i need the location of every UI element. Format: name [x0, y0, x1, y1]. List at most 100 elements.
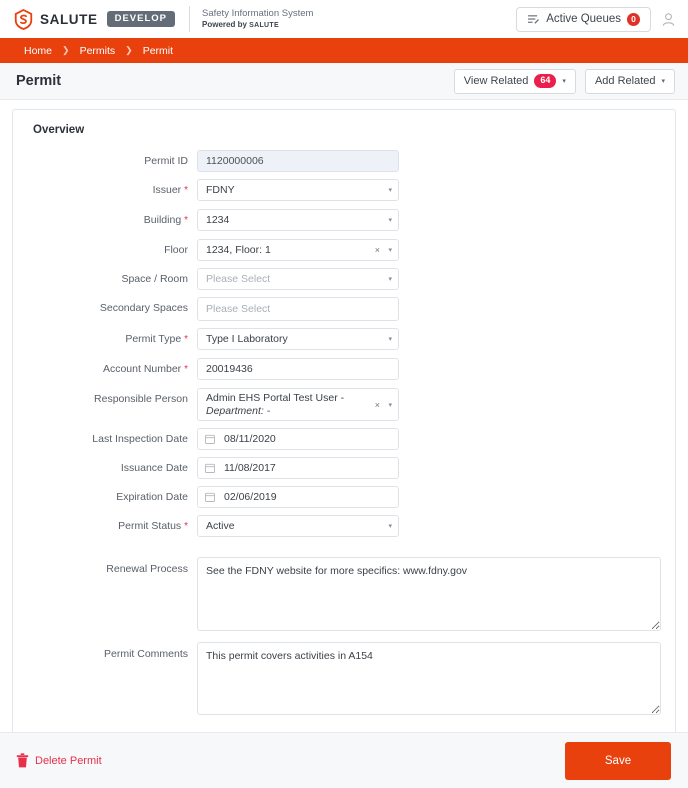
breadcrumb-separator: ❯: [125, 45, 133, 55]
calendar-icon: [205, 463, 215, 473]
field-row-expiration-date: Expiration Date 02/06/2019: [27, 486, 661, 508]
field-row-permit-status: Permit Status * Active ▾: [27, 515, 661, 538]
issuance-date-input[interactable]: 11/08/2017: [197, 457, 399, 479]
control-floor[interactable]: 1234, Floor: 1 × ▾: [197, 239, 399, 261]
page-header: Permit View Related 64 ▾ Add Related ▾: [0, 63, 688, 100]
powered-by: Powered by SALUTE: [202, 19, 279, 29]
responsible-person-name: Admin EHS Portal Test User -: [206, 391, 345, 404]
control-last-inspection-date[interactable]: 08/11/2020: [197, 428, 399, 450]
control-building[interactable]: 1234 ▾: [197, 209, 399, 231]
control-issuance-date[interactable]: 11/08/2017: [197, 457, 399, 479]
control-permit-status[interactable]: Active ▾: [197, 515, 399, 537]
field-row-responsible-person: Responsible Person Admin EHS Portal Test…: [27, 388, 661, 421]
label-permit-status: Permit Status *: [118, 520, 188, 532]
field-row-floor: Floor 1234, Floor: 1 × ▾: [27, 239, 661, 261]
control-responsible-person[interactable]: Admin EHS Portal Test User - Department:…: [197, 388, 399, 421]
permit-type-select[interactable]: Type I Laboratory: [197, 328, 399, 350]
label-expiration-date: Expiration Date: [116, 491, 188, 503]
label-permit-comments: Permit Comments: [103, 648, 188, 660]
label-responsible-person: Responsible Person: [94, 393, 188, 405]
field-row-permit-comments: Permit Comments: [27, 642, 661, 715]
responsible-person-select[interactable]: Admin EHS Portal Test User - Department:…: [197, 388, 399, 421]
secondary-spaces-select[interactable]: Please Select: [197, 297, 399, 321]
chevron-down-icon: ▾: [661, 77, 665, 85]
label-permit-type: Permit Type *: [125, 333, 188, 345]
label-renewal-process: Renewal Process: [106, 563, 188, 575]
active-queues-label: Active Queues: [546, 13, 621, 25]
brand-name: SALUTE: [40, 11, 98, 27]
permit-status-select[interactable]: Active: [197, 515, 399, 537]
required-marker: *: [184, 334, 188, 345]
chevron-down-icon: ▾: [562, 77, 566, 85]
control-permit-id: 1120000006: [197, 150, 399, 172]
required-marker: *: [184, 185, 188, 196]
required-marker: *: [184, 364, 188, 375]
responsible-person-department: Department: -: [206, 404, 271, 417]
permit-id-field: 1120000006: [197, 150, 399, 172]
overview-section-title: Overview: [33, 124, 85, 136]
floor-select[interactable]: 1234, Floor: 1: [197, 239, 399, 261]
user-account-icon[interactable]: [661, 12, 676, 27]
active-queues-button[interactable]: Active Queues 0: [516, 6, 651, 32]
view-related-count-badge: 64: [534, 74, 557, 88]
expiration-date-input[interactable]: 02/06/2019: [197, 486, 399, 508]
issuer-select[interactable]: FDNY: [197, 179, 399, 201]
building-select[interactable]: 1234: [197, 209, 399, 231]
last-inspection-date-input[interactable]: 08/11/2020: [197, 428, 399, 450]
control-space-room[interactable]: Please Select ▾: [197, 268, 399, 290]
field-row-building: Building * 1234 ▾: [27, 209, 661, 232]
clear-floor-icon[interactable]: ×: [375, 239, 380, 261]
page-content: Overview Permit ID 1120000006 Issuer * F…: [0, 100, 688, 788]
control-secondary-spaces[interactable]: Please Select: [197, 297, 399, 321]
system-title: Safety Information System: [202, 7, 314, 19]
page-title: Permit: [16, 73, 62, 89]
clear-responsible-person-icon[interactable]: ×: [375, 388, 380, 421]
control-renewal-process[interactable]: [197, 557, 661, 631]
label-last-inspection-date: Last Inspection Date: [92, 433, 188, 445]
brand-logo[interactable]: SALUTE: [14, 8, 98, 30]
field-row-permit-id: Permit ID 1120000006: [27, 150, 661, 172]
breadcrumb-item-permits[interactable]: Permits: [80, 45, 116, 57]
control-issuer[interactable]: FDNY ▾: [197, 179, 399, 201]
space-room-select[interactable]: Please Select: [197, 268, 399, 290]
renewal-process-textarea[interactable]: [197, 557, 661, 631]
label-permit-id: Permit ID: [144, 155, 188, 167]
view-related-button[interactable]: View Related 64 ▾: [453, 68, 576, 94]
control-permit-type[interactable]: Type I Laboratory ▾: [197, 328, 399, 350]
field-row-secondary-spaces: Secondary Spaces Please Select: [27, 297, 661, 321]
control-permit-comments[interactable]: [197, 642, 661, 715]
delete-permit-label: Delete Permit: [35, 754, 102, 767]
add-related-label: Add Related: [594, 75, 656, 87]
calendar-icon: [205, 492, 215, 502]
field-row-last-inspection-date: Last Inspection Date 08/11/2020: [27, 428, 661, 450]
control-account-number[interactable]: 20019436: [197, 358, 399, 380]
permit-comments-textarea[interactable]: [197, 642, 661, 715]
trash-icon: [16, 753, 29, 768]
page-header-actions: View Related 64 ▾ Add Related ▾: [453, 68, 675, 94]
app-header: SALUTE DEVELOP Safety Information System…: [0, 0, 688, 38]
control-expiration-date[interactable]: 02/06/2019: [197, 486, 399, 508]
breadcrumb-separator: ❯: [62, 45, 70, 55]
add-related-button[interactable]: Add Related ▾: [584, 68, 675, 94]
system-info: Safety Information System Powered by SAL…: [202, 8, 313, 31]
label-building: Building *: [143, 214, 188, 226]
label-floor: Floor: [164, 244, 188, 256]
field-row-renewal-process: Renewal Process: [27, 557, 661, 631]
breadcrumb: Home ❯ Permits ❯ Permit: [0, 38, 688, 63]
field-row-permit-type: Permit Type * Type I Laboratory ▾: [27, 328, 661, 351]
label-issuer: Issuer *: [152, 184, 188, 196]
view-related-label: View Related: [463, 75, 529, 87]
salute-shield-icon: [14, 8, 33, 30]
field-row-space-room: Space / Room Please Select ▾: [27, 268, 661, 290]
delete-permit-button[interactable]: Delete Permit: [16, 753, 102, 768]
breadcrumb-item-home[interactable]: Home: [24, 45, 52, 57]
field-row-account-number: Account Number * 20019436: [27, 358, 661, 381]
overview-card: Overview Permit ID 1120000006 Issuer * F…: [12, 109, 681, 788]
form-footer: Delete Permit Save: [0, 732, 688, 788]
powered-by-brand: SALUTE: [249, 21, 279, 29]
account-number-input[interactable]: 20019436: [197, 358, 399, 380]
save-button[interactable]: Save: [565, 741, 671, 780]
breadcrumb-item-permit: Permit: [142, 44, 174, 57]
required-marker: *: [184, 215, 188, 226]
active-queues-badge: 0: [627, 12, 640, 26]
